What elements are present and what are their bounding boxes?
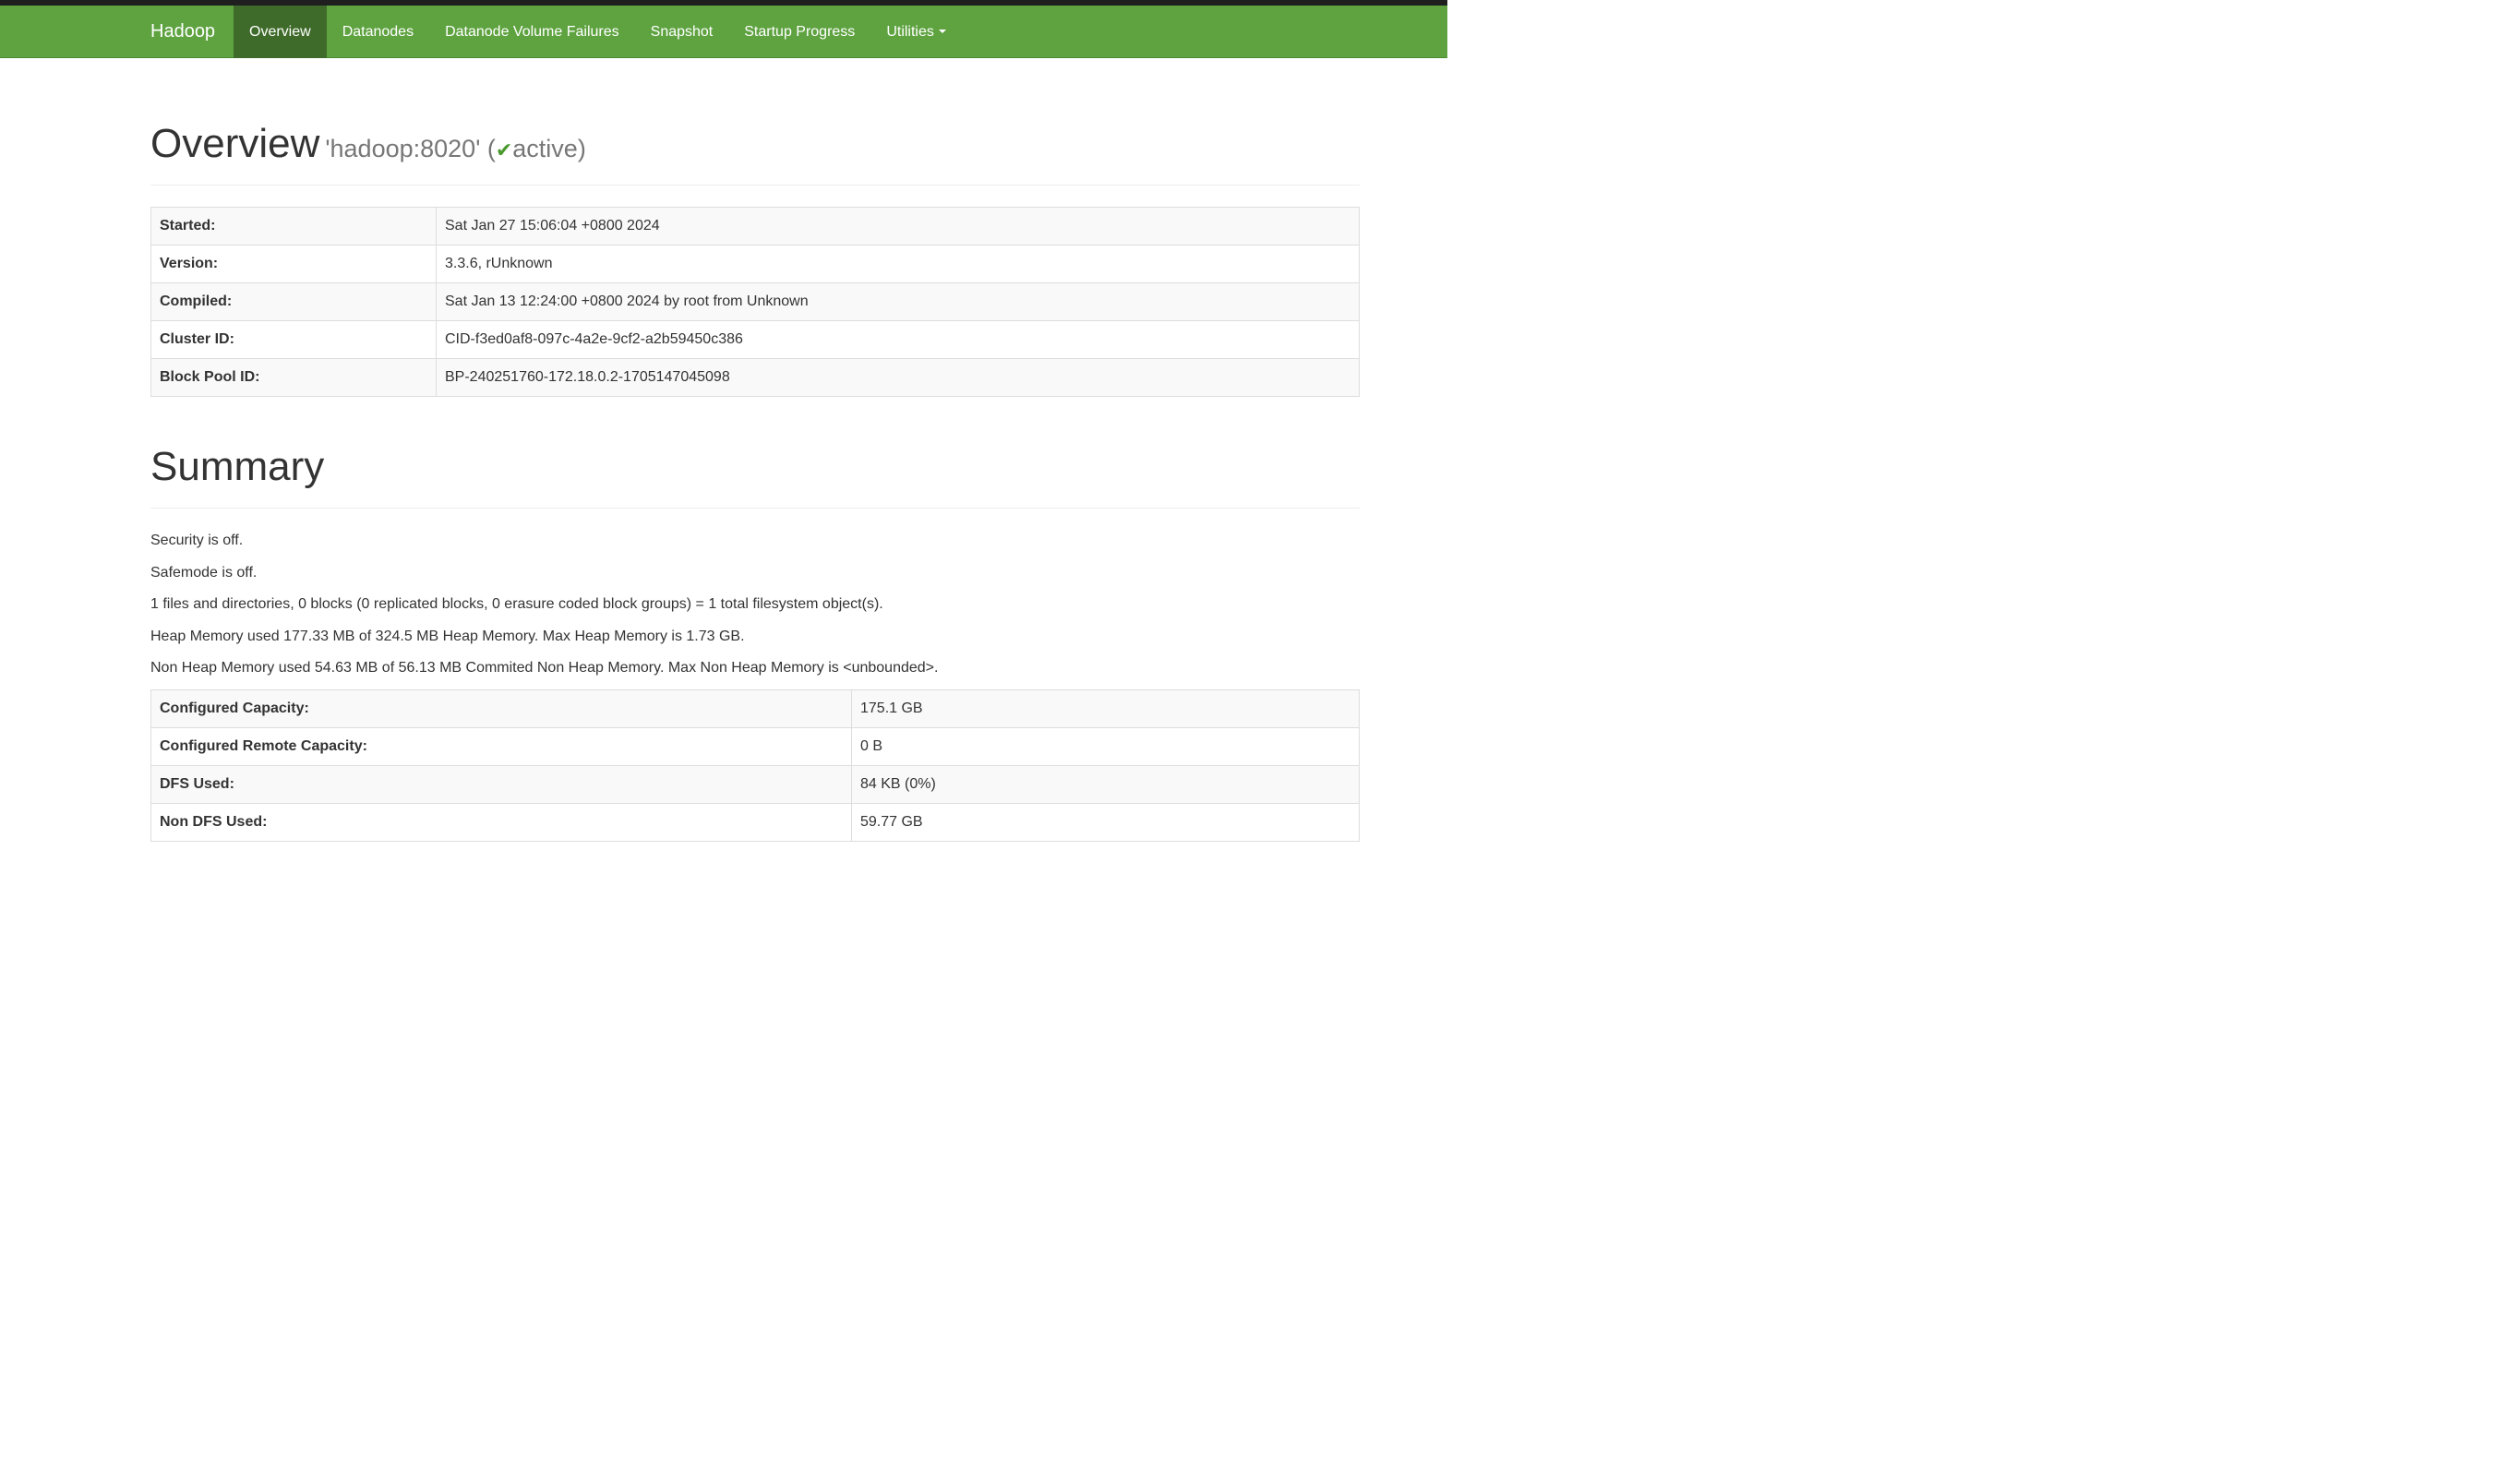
nav-overview[interactable]: Overview <box>234 6 327 58</box>
safemode-status: Safemode is off. <box>150 565 258 581</box>
row-value: 0 B <box>851 727 1360 766</box>
row-label: Configured Remote Capacity: <box>150 727 852 766</box>
nav-datanodes[interactable]: Datanodes <box>327 6 429 58</box>
table-row: Compiled: Sat Jan 13 12:24:00 +0800 2024… <box>150 282 1360 321</box>
row-value: 3.3.6, rUnknown <box>436 245 1360 283</box>
non-heap-memory: Non Heap Memory used 54.63 MB of 56.13 M… <box>150 660 939 676</box>
row-label: Block Pool ID: <box>150 358 437 397</box>
nav-startup-progress[interactable]: Startup Progress <box>728 6 870 58</box>
row-label: Non DFS Used: <box>150 803 852 842</box>
row-value: Sat Jan 13 12:24:00 +0800 2024 by root f… <box>436 282 1360 321</box>
overview-table: Started: Sat Jan 27 15:06:04 +0800 2024 … <box>150 207 1360 397</box>
table-row: Configured Remote Capacity: 0 B <box>150 727 1360 766</box>
row-label: Cluster ID: <box>150 320 437 359</box>
state-label: active) <box>512 135 586 162</box>
summary-header: Summary <box>150 443 1360 509</box>
table-row: Version: 3.3.6, rUnknown <box>150 245 1360 283</box>
row-label: Version: <box>150 245 437 283</box>
overview-header: Overview'hadoop:8020' (✔active) <box>150 120 1360 186</box>
overview-title: Overview <box>150 121 320 166</box>
nav-snapshot[interactable]: Snapshot <box>635 6 729 58</box>
table-row: Block Pool ID: BP-240251760-172.18.0.2-1… <box>150 358 1360 397</box>
table-row: Started: Sat Jan 27 15:06:04 +0800 2024 <box>150 207 1360 246</box>
nav-utilities-label: Utilities <box>886 24 934 40</box>
row-label: DFS Used: <box>150 765 852 804</box>
table-row: DFS Used: 84 KB (0%) <box>150 765 1360 804</box>
host-label: 'hadoop:8020' ( <box>325 135 496 162</box>
table-row: Non DFS Used: 59.77 GB <box>150 803 1360 842</box>
row-label: Started: <box>150 207 437 246</box>
security-status: Security is off. <box>150 533 244 548</box>
table-row: Configured Capacity: 175.1 GB <box>150 689 1360 728</box>
row-value: Sat Jan 27 15:06:04 +0800 2024 <box>436 207 1360 246</box>
row-value: 175.1 GB <box>851 689 1360 728</box>
nav-utilities-dropdown[interactable]: Utilities <box>870 6 962 58</box>
capacity-table: Configured Capacity: 175.1 GB Configured… <box>150 689 1360 842</box>
row-label: Compiled: <box>150 282 437 321</box>
heap-memory: Heap Memory used 177.33 MB of 324.5 MB H… <box>150 629 745 644</box>
page-title: Overview'hadoop:8020' (✔active) <box>150 120 1360 174</box>
summary-title: Summary <box>150 444 325 489</box>
row-value: 59.77 GB <box>851 803 1360 842</box>
namenode-host: 'hadoop:8020' (✔active) <box>325 135 585 162</box>
caret-down-icon <box>938 29 946 33</box>
filesystem-objects: 1 files and directories, 0 blocks (0 rep… <box>150 596 883 612</box>
table-row: Cluster ID: CID-f3ed0af8-097c-4a2e-9cf2-… <box>150 320 1360 359</box>
row-label: Configured Capacity: <box>150 689 852 728</box>
navbar: Hadoop Overview Datanodes Datanode Volum… <box>0 6 1447 58</box>
nav-datanode-volume-failures[interactable]: Datanode Volume Failures <box>429 6 635 58</box>
row-value: BP-240251760-172.18.0.2-1705147045098 <box>436 358 1360 397</box>
check-icon: ✔ <box>495 138 513 162</box>
brand-link[interactable]: Hadoop <box>150 6 215 58</box>
row-value: CID-f3ed0af8-097c-4a2e-9cf2-a2b59450c386 <box>436 320 1360 359</box>
row-value: 84 KB (0%) <box>851 765 1360 804</box>
nav-items: Overview Datanodes Datanode Volume Failu… <box>234 6 962 58</box>
